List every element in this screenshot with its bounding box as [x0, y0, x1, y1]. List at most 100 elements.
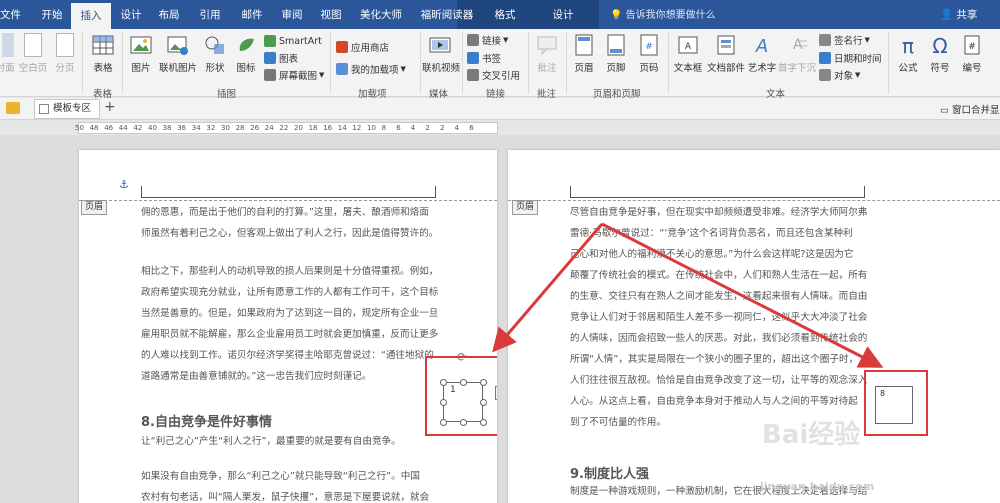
- icons-button[interactable]: 图标: [232, 33, 260, 74]
- link-button[interactable]: 链接 ▼: [467, 32, 508, 48]
- comment-button[interactable]: 批注: [533, 33, 561, 74]
- header-boundary-line: [508, 200, 1000, 201]
- blank-page-button[interactable]: 空白页: [18, 33, 48, 74]
- header-button[interactable]: 页眉: [571, 33, 597, 74]
- ruler-tick-label: 48: [89, 124, 99, 132]
- svg-text:π: π: [902, 34, 914, 57]
- tab-6[interactable]: 邮件: [232, 0, 272, 29]
- chevron-down-icon: ▼: [855, 71, 861, 79]
- tab-7[interactable]: 审阅: [274, 0, 310, 29]
- highlight-box-left: [425, 356, 497, 436]
- quick-parts-button[interactable]: 文档部件: [706, 33, 746, 74]
- ruler-tick-label: 26: [250, 124, 260, 132]
- calendar-icon: [819, 52, 831, 64]
- cover-page-button[interactable]: 封面: [0, 33, 16, 74]
- right-text-line: 颠覆了传统社会的模式。在传统社会中，人们和熟人生活在一起，所有: [570, 270, 868, 281]
- dropcap-button[interactable]: A 首字下沉: [778, 33, 816, 74]
- smartart-button[interactable]: SmartArt: [264, 33, 322, 49]
- right-text-line: 雷德·马歇尔曾说过：“‘竞争’这个名词背负恶名，而且还包含某种利: [570, 228, 853, 239]
- page-number-button[interactable]: # 页码: [636, 33, 662, 74]
- window-icon: ▭: [940, 105, 949, 116]
- signature-line-button[interactable]: 签名行 ▼: [819, 32, 870, 48]
- right-text-line: 尽管自由竞争是好事，但在现实中却频频遭受非难。经济学大师阿尔弗: [570, 207, 868, 218]
- chevron-down-icon: ▼: [503, 36, 509, 44]
- tab-2[interactable]: 插入: [71, 3, 111, 29]
- new-tab-plus-icon[interactable]: +: [104, 99, 116, 115]
- tab-9[interactable]: 美化大师: [352, 0, 410, 29]
- right-paragraph-1: 尽管自由竞争是好事，但在现实中却频频遭受非难。经济学大师阿尔弗 雷德·马歇尔曾说过…: [570, 202, 867, 433]
- tab-4[interactable]: 布局: [150, 0, 188, 29]
- ruler-tick-label: 2: [440, 124, 445, 132]
- tab-12[interactable]: 设计: [546, 0, 580, 29]
- picture-button[interactable]: 图片: [126, 33, 156, 74]
- smartart-icon: [264, 35, 276, 47]
- ruler-tick-label: 24: [264, 124, 274, 132]
- tab-3[interactable]: 设计: [113, 0, 149, 29]
- ruler-tick-label: 4: [410, 124, 416, 132]
- cover-page-icon: [2, 33, 14, 57]
- tab-11[interactable]: 格式: [485, 0, 525, 29]
- left-paragraph-4: 如果没有自由竞争，那么“利己之心”就只能导致“利己之行”。中国 农村有句老话，叫…: [141, 471, 430, 503]
- ruler-tick-label: 34: [191, 124, 201, 132]
- link-icon: [467, 34, 479, 46]
- ruler-tick-label: 14: [337, 124, 347, 132]
- numbering-button[interactable]: # 编号: [958, 33, 986, 74]
- table-button[interactable]: 表格: [88, 33, 118, 74]
- template-icon: [39, 104, 49, 114]
- header-label: 页眉: [512, 200, 539, 215]
- ruler-tick-label: 50: [75, 124, 84, 132]
- tab-1[interactable]: 开始: [34, 0, 70, 29]
- ruler-body: 50 48 46 44 42 40 38 36 34 32 30 28 26 24 22 20 18 16 14 12…: [75, 122, 498, 134]
- screenshot-icon: [264, 69, 276, 81]
- shapes-icon: [205, 36, 224, 54]
- ribbon-insert: 封面 空白页 分页 表格 表格 图片 联机图片 形状 图标 SmartArt 图…: [0, 29, 1000, 100]
- shapes-button[interactable]: 形状: [200, 33, 230, 74]
- bookmark-icon: [467, 52, 479, 64]
- table-icon: [92, 35, 114, 55]
- right-text-line: 己心和对他人的福利漠不关心的意思。”为什么会这样呢?这是因为它: [570, 249, 854, 260]
- page-right[interactable]: 页眉 尽管自由竞争是好事，但在现实中却频频遭受非难。经济学大师阿尔弗 雷德·马歇尔…: [508, 150, 1000, 503]
- page-left[interactable]: ⚓ 页眉 佣的恩惠，而是出于他们的自利的打算。”这里，屠夫、酿酒师和烙面 师虽然…: [79, 150, 497, 503]
- chart-button[interactable]: 图表: [264, 50, 298, 66]
- header-rule-bracket: [570, 186, 865, 198]
- ruler-tick-label: 28: [235, 124, 245, 132]
- store-button[interactable]: 应用商店: [336, 39, 389, 55]
- tab-8[interactable]: 视图: [312, 0, 350, 29]
- cross-reference-button[interactable]: 交叉引用: [467, 67, 520, 83]
- left-paragraph-1: 佣的恩惠，而是出于他们的自利的打算。”这里，屠夫、酿酒师和烙面 师虽然有着利己之…: [141, 207, 439, 239]
- ruler-tick-label: 22: [279, 124, 289, 132]
- footer-button[interactable]: 页脚: [603, 33, 629, 74]
- screenshot-button[interactable]: 屏幕截图 ▼: [264, 67, 324, 83]
- object-button[interactable]: 对象 ▼: [819, 67, 860, 83]
- window-merge-button[interactable]: ▭ 窗口合并显: [940, 102, 1000, 116]
- left-paragraph-2: 相比之下，那些利人的动机导致的损人后果则是十分值得重视。例如， 政府希望实现充分…: [141, 266, 439, 382]
- bookmark-button[interactable]: 书签: [467, 50, 501, 66]
- ruler-tick-label: 44: [118, 124, 128, 132]
- symbol-button[interactable]: Ω 符号: [925, 33, 955, 74]
- datetime-button[interactable]: 日期和时间: [819, 50, 882, 66]
- share-button[interactable]: 👤 共享: [940, 0, 977, 29]
- tab-0[interactable]: 文件: [0, 0, 21, 29]
- ruler-tick-label: 32: [206, 124, 216, 132]
- quick-parts-icon: [717, 35, 735, 55]
- horizontal-ruler[interactable]: 50 48 46 44 42 40 38 36 34 32 30 28 26 24 22 20 18 16 14 12…: [0, 121, 1000, 135]
- equation-button[interactable]: π 公式: [893, 33, 923, 74]
- chevron-down-icon: ▼: [400, 65, 406, 73]
- folder-icon[interactable]: [6, 102, 20, 114]
- numbering-icon: #: [964, 35, 980, 55]
- online-picture-button[interactable]: 联机图片: [158, 33, 198, 74]
- online-video-button[interactable]: 联机视频: [422, 33, 460, 74]
- right-heading: 9.制度比人强: [570, 467, 649, 482]
- wordart-button[interactable]: A 艺术字: [747, 33, 777, 74]
- my-addins-button[interactable]: 我的加载项 ▼: [336, 61, 406, 77]
- watermark-url: jingyan.baidu.com: [760, 480, 875, 493]
- page-break-button[interactable]: 分页: [52, 33, 78, 74]
- cross-reference-icon: [467, 69, 479, 81]
- textbox-button[interactable]: A 文本框: [673, 33, 703, 74]
- tell-me-box[interactable]: 💡 告诉我你想要做什么: [610, 0, 716, 29]
- tab-5[interactable]: 引用: [190, 0, 230, 29]
- tab-10[interactable]: 福昕阅读器: [412, 0, 482, 29]
- pi-icon: π: [902, 34, 914, 57]
- tab-template-area[interactable]: 模板专区: [34, 99, 100, 119]
- header-label: 页眉: [81, 200, 108, 215]
